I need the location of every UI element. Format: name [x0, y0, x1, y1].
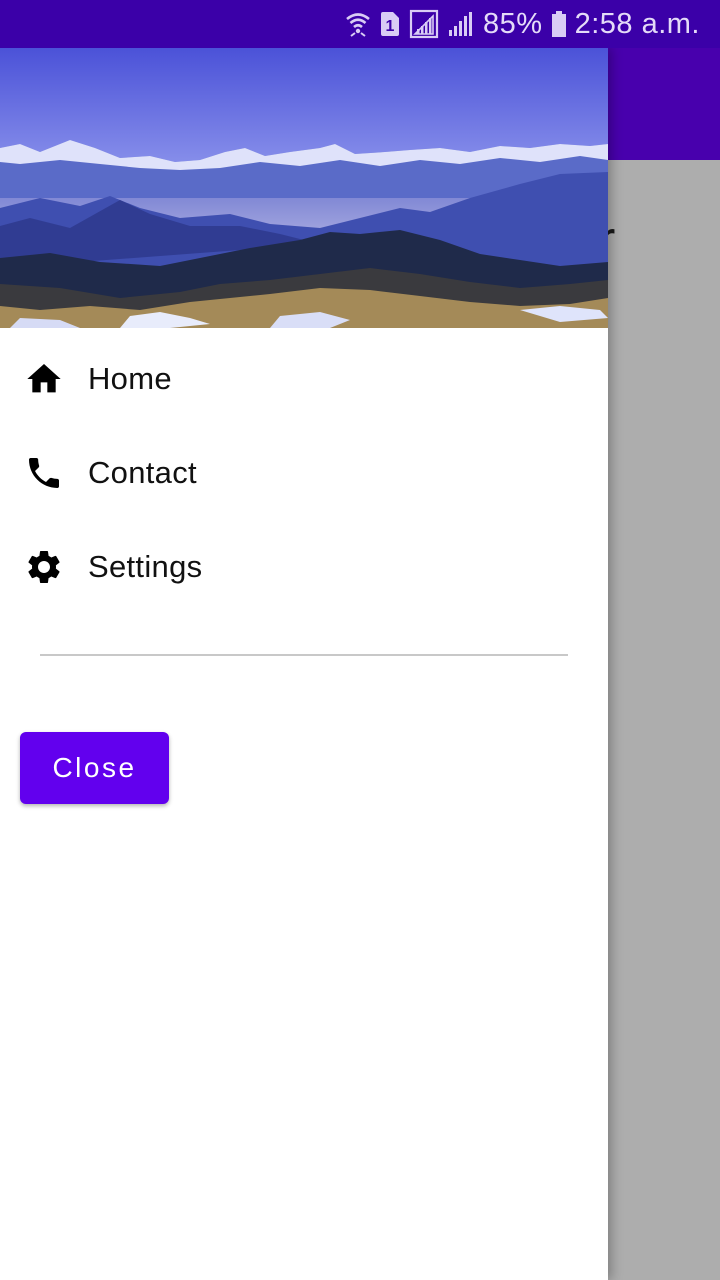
battery-percent: 85%	[483, 7, 543, 40]
menu-item-label: Settings	[88, 549, 203, 584]
sim-1-icon: 1	[379, 8, 401, 40]
menu-item-home[interactable]: Home	[0, 332, 608, 426]
menu-item-label: Home	[88, 361, 172, 396]
clock: 2:58 a.m.	[574, 7, 700, 40]
divider	[40, 654, 568, 656]
navigation-drawer: Home Contact Settings Close	[0, 48, 608, 1280]
menu-item-settings[interactable]: Settings	[0, 520, 608, 614]
wifi-icon	[345, 8, 371, 40]
home-icon	[24, 359, 64, 399]
signal-icon	[409, 8, 439, 40]
gear-icon	[24, 547, 64, 587]
screen: r 1	[0, 0, 720, 1280]
status-bar: 1 85% 2:58 a.m.	[0, 0, 720, 48]
phone-icon	[24, 453, 64, 493]
drawer-menu: Home Contact Settings	[0, 332, 608, 614]
drawer-header-image	[0, 48, 608, 328]
signal-icon	[447, 8, 475, 40]
close-button[interactable]: Close	[20, 732, 169, 804]
menu-item-label: Contact	[88, 455, 197, 490]
battery-icon	[551, 8, 567, 40]
sim-number: 1	[386, 18, 395, 35]
menu-item-contact[interactable]: Contact	[0, 426, 608, 520]
